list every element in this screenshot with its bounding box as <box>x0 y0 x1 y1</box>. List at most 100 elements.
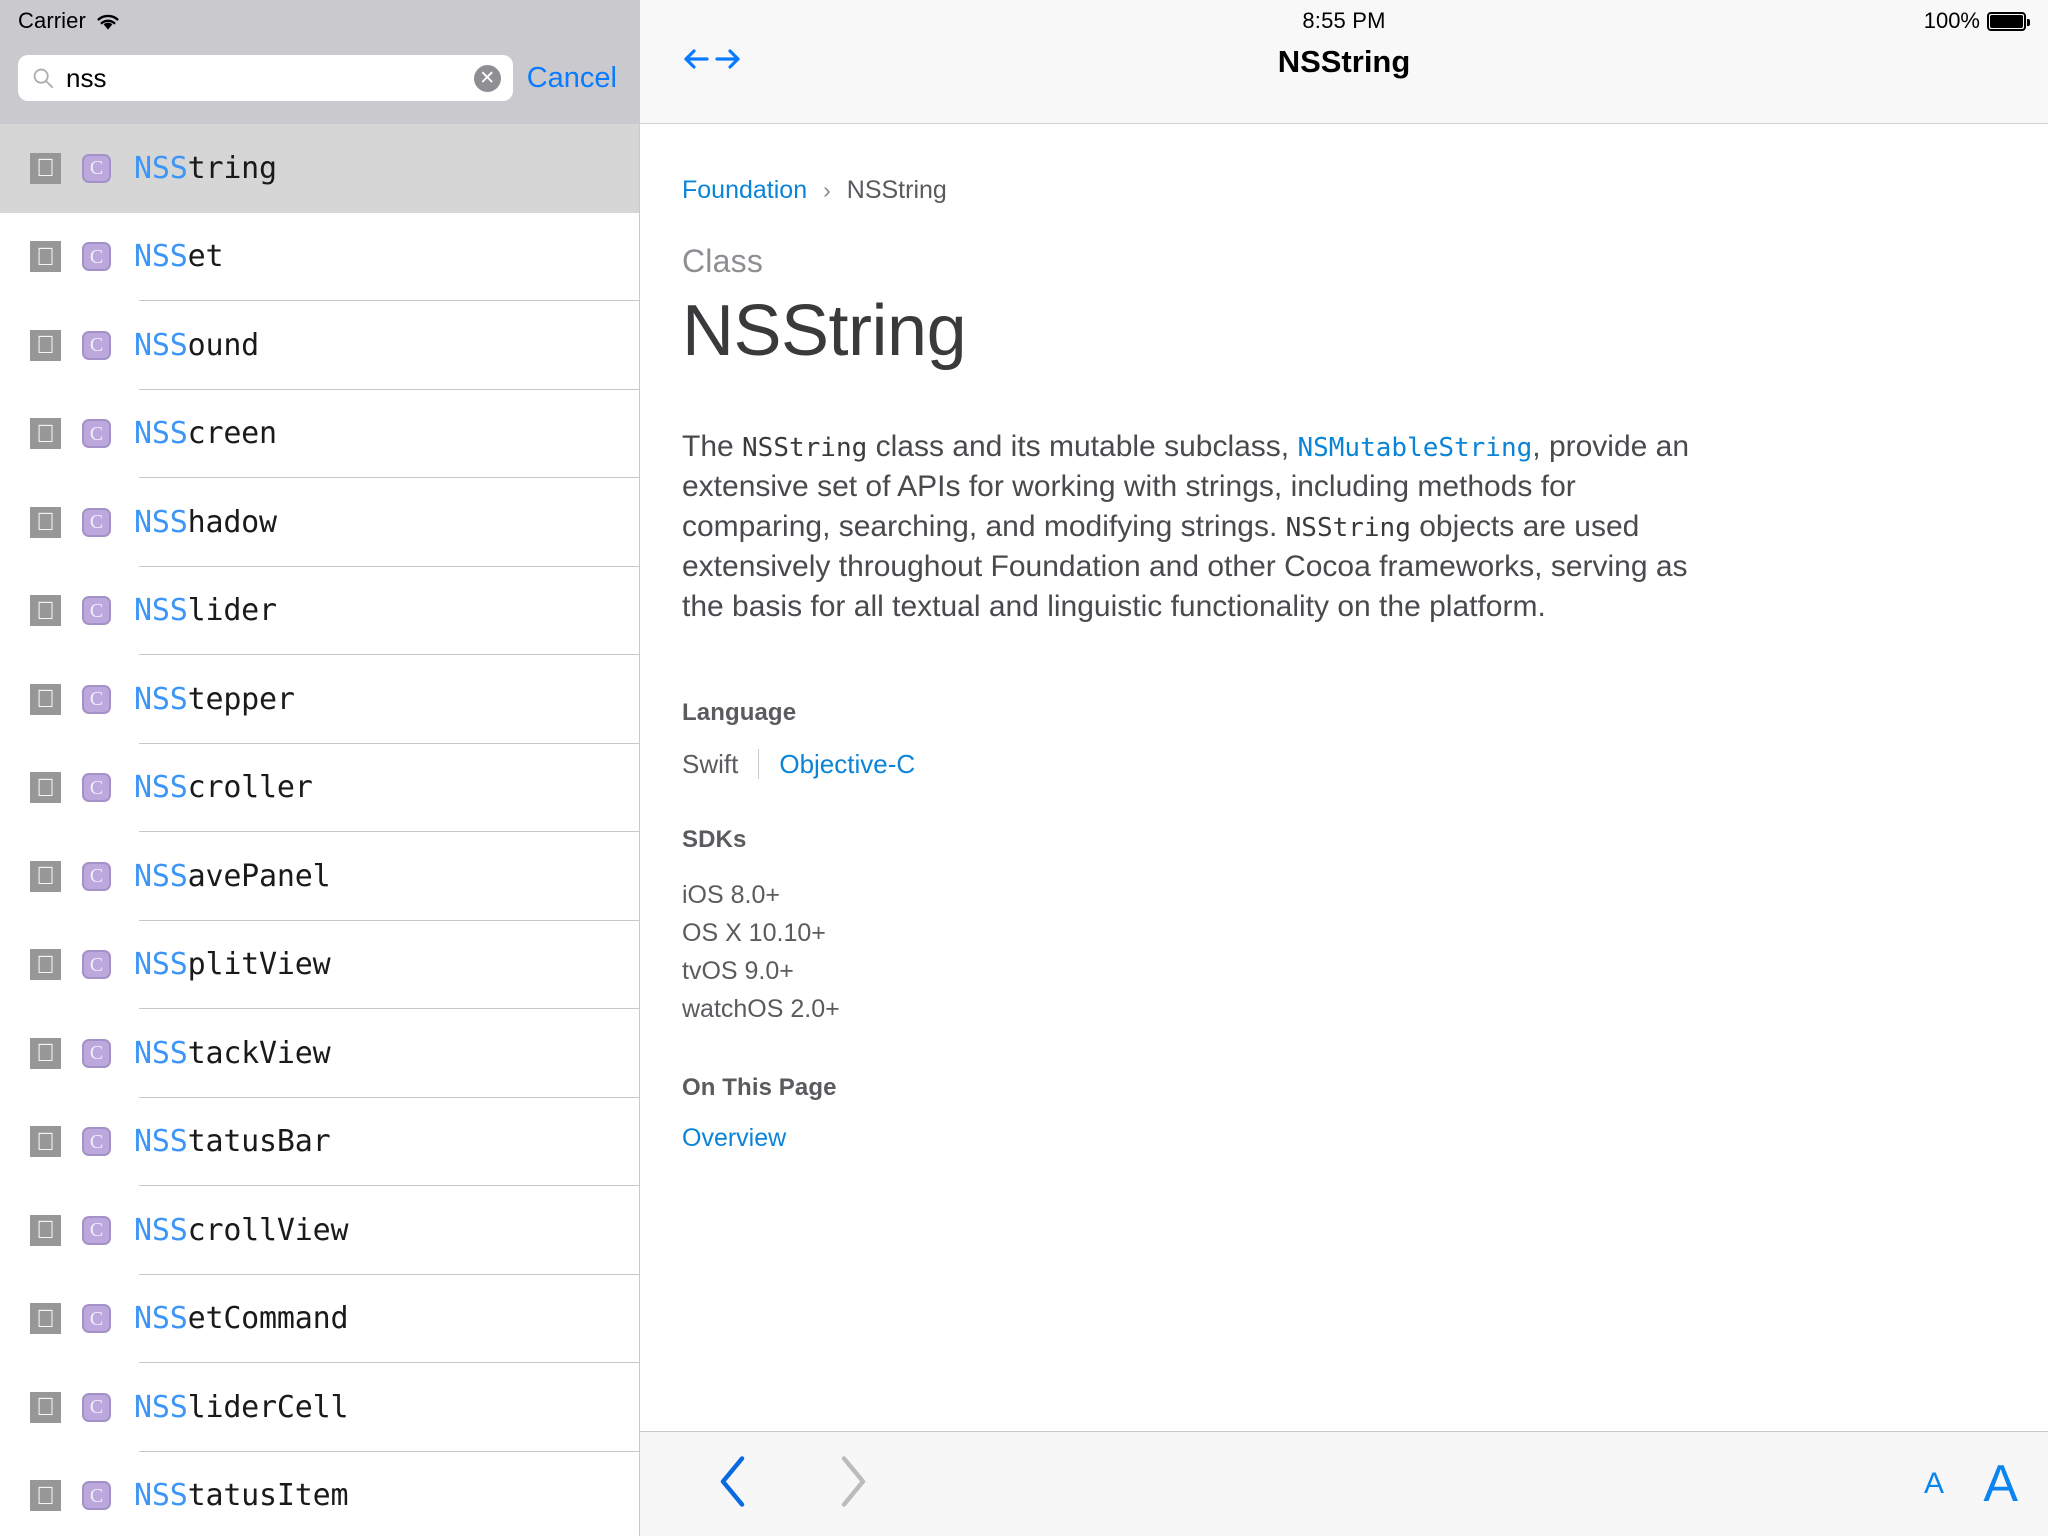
back-button[interactable] <box>716 1454 750 1515</box>
apple-glyph:  <box>36 1041 55 1066</box>
search-result-row[interactable]:  C NSSplitView <box>0 920 639 1009</box>
search-result-row[interactable]:  C NSScrollView <box>0 1186 639 1275</box>
inline-code-nsstring-1: NSString <box>742 433 868 464</box>
increase-text-size-button[interactable]: A <box>1983 1458 2018 1510</box>
on-this-page-list: Overview <box>682 1124 1988 1153</box>
link-nsmutablestring[interactable]: NSMutableString <box>1297 433 1532 463</box>
status-bar-battery: 100% <box>1924 8 2030 34</box>
sdk-item: watchOS 2.0+ <box>682 994 840 1023</box>
search-result-row[interactable]:  C NSScroller <box>0 743 639 832</box>
label-remainder: tepper <box>187 681 295 717</box>
search-result-label: NSStackView <box>134 1036 331 1071</box>
match-highlight: NSS <box>134 1124 188 1160</box>
language-heading: Language <box>682 698 797 726</box>
label-remainder: et <box>187 239 224 275</box>
label-remainder: croller <box>187 770 313 806</box>
on-this-page-link[interactable]: Overview <box>682 1124 786 1153</box>
search-result-row[interactable]:  C NSSavePanel <box>0 832 639 921</box>
class-kind-badge: C <box>82 950 111 980</box>
sidebar-chrome: Carrier nss ✕ Cancel <box>0 0 639 124</box>
label-remainder: liderCell <box>187 1389 349 1425</box>
search-result-row[interactable]:  C NSSlider <box>0 566 639 655</box>
search-result-label: NSStatusItem <box>134 1478 349 1513</box>
apple-icon:  <box>30 1391 61 1423</box>
language-option-swift[interactable]: Swift <box>682 749 738 780</box>
search-result-row[interactable]:  C NSString <box>0 124 639 213</box>
class-kind-badge: C <box>82 1038 111 1068</box>
class-kind-badge: C <box>82 861 111 891</box>
forward-button[interactable] <box>836 1454 870 1515</box>
search-result-row[interactable]:  C NSSound <box>0 301 639 390</box>
search-result-row[interactable]:  C NSSet <box>0 212 639 301</box>
search-result-label: NSShadow <box>134 505 277 540</box>
class-badge-letter: C <box>89 511 104 534</box>
class-badge-letter: C <box>89 334 104 357</box>
apple-icon:  <box>30 1126 61 1158</box>
class-kind-badge: C <box>82 1215 111 1245</box>
search-result-row[interactable]:  C NSStatusItem <box>0 1451 639 1536</box>
class-badge-letter: C <box>89 776 104 799</box>
cancel-button[interactable]: Cancel <box>527 62 621 95</box>
language-option-objective-c[interactable]: Objective-C <box>779 749 915 780</box>
apple-icon:  <box>30 329 61 361</box>
class-kind-badge: C <box>82 1481 111 1511</box>
search-result-row[interactable]:  C NSScreen <box>0 389 639 478</box>
apple-icon:  <box>30 506 61 538</box>
search-result-row[interactable]:  C NSStackView <box>0 1009 639 1098</box>
clear-text-icon[interactable]: ✕ <box>473 64 501 92</box>
label-remainder: tring <box>187 150 278 186</box>
match-highlight: NSS <box>134 239 188 275</box>
class-badge-letter: C <box>89 1130 104 1153</box>
search-result-row[interactable]:  C NSStatusBar <box>0 1097 639 1186</box>
abstract-text-1: The <box>682 430 743 464</box>
class-badge-letter: C <box>89 599 104 622</box>
apple-glyph:  <box>36 510 55 535</box>
abstract-text-2: class and its mutable subclass, <box>867 430 1298 464</box>
class-badge-letter: C <box>89 1396 104 1419</box>
search-result-row[interactable]:  C NSSetCommand <box>0 1274 639 1363</box>
apple-icon:  <box>30 1214 61 1246</box>
search-result-row[interactable]:  C NSStepper <box>0 655 639 744</box>
search-result-label: NSSlider <box>134 593 277 628</box>
class-badge-letter: C <box>89 953 104 976</box>
apple-icon:  <box>30 860 61 892</box>
class-badge-letter: C <box>89 422 104 445</box>
search-result-label: NSString <box>134 151 277 186</box>
class-kind-badge: C <box>82 1127 111 1157</box>
class-kind-badge: C <box>82 507 111 537</box>
breadcrumb-separator: › <box>823 177 831 203</box>
label-remainder: lider <box>187 593 278 629</box>
sdks-list: iOS 8.0+ OS X 10.10+ tvOS 9.0+ watchOS 2.0+ <box>682 876 1988 1028</box>
apple-glyph:  <box>36 333 55 358</box>
chevron-right-icon <box>841 1456 866 1507</box>
search-row: nss ✕ Cancel <box>18 55 621 101</box>
label-remainder: creen <box>187 416 278 452</box>
search-result-row[interactable]:  C NSShadow <box>0 478 639 567</box>
search-result-label: NSScrollView <box>134 1213 349 1248</box>
label-remainder: plitView <box>187 947 331 983</box>
match-highlight: NSS <box>134 416 188 452</box>
search-input[interactable]: nss ✕ <box>18 55 513 101</box>
apple-glyph:  <box>36 775 55 800</box>
apple-icon:  <box>30 241 61 273</box>
search-results-list[interactable]: CNSStringCNSSetCNSSoundCNSScreenCNS… <box>0 124 639 1536</box>
apple-glyph:  <box>36 687 55 712</box>
apple-icon:  <box>30 1303 61 1335</box>
decrease-text-size-button[interactable]: A <box>1924 1469 1944 1499</box>
search-result-label: NSStepper <box>134 682 295 717</box>
breadcrumb-current: NSString <box>846 176 947 204</box>
apple-glyph:  <box>36 598 55 623</box>
label-remainder: tackView <box>187 1035 331 1071</box>
breadcrumb-link-foundation[interactable]: Foundation <box>682 176 807 205</box>
match-highlight: NSS <box>134 1389 188 1425</box>
app-root: Carrier nss ✕ Cancel  C <box>0 0 2048 1536</box>
sdk-item: OS X 10.10+ <box>682 918 826 947</box>
class-badge-letter: C <box>89 688 104 711</box>
chevron-left-icon <box>720 1456 745 1507</box>
match-highlight: NSS <box>134 327 188 363</box>
class-kind-badge: C <box>82 773 111 803</box>
class-badge-letter: C <box>89 1307 104 1330</box>
class-badge-letter: C <box>89 245 104 268</box>
apple-glyph:  <box>36 421 55 446</box>
search-result-row[interactable]:  C NSSliderCell <box>0 1363 639 1452</box>
